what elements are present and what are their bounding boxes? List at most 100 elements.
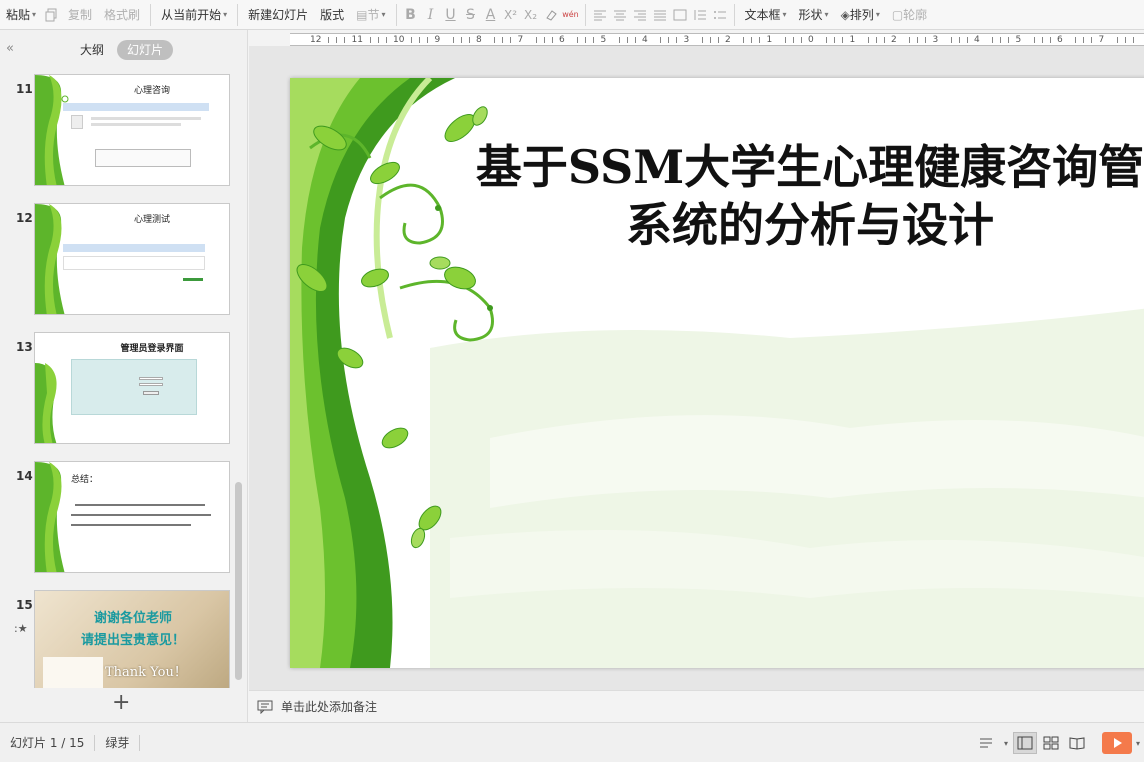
notes-toggle-icon[interactable] (975, 732, 999, 754)
ruler-tick (634, 37, 636, 43)
tab-slides[interactable]: 幻灯片 (117, 40, 174, 60)
thumbnail-scrollbar[interactable] (235, 482, 242, 680)
phonetic-guide-icon[interactable]: wén (561, 0, 581, 29)
play-slideshow-button[interactable] (1101, 732, 1132, 754)
clear-format-icon[interactable] (541, 0, 561, 29)
ruler-tick (1041, 37, 1043, 43)
ruler-tick (917, 37, 918, 43)
new-slide-button[interactable]: 新建幻灯片 (242, 0, 314, 29)
shape-button[interactable]: 形状 ▾ (793, 0, 835, 29)
ruler-tick (826, 37, 827, 43)
section-button[interactable]: ▤ 节 ▾ (350, 0, 391, 29)
ruler-label: 7 (1098, 35, 1105, 45)
format-painter-button[interactable]: 格式刷 (98, 0, 146, 29)
ruler-label: 4 (642, 35, 648, 45)
ribbon-divider (395, 3, 397, 26)
slide-thumbnail-13[interactable]: 管理员登录界面 (34, 332, 230, 444)
ruler-tick (709, 37, 711, 43)
current-slide[interactable]: 基于SSM大学生心理健康咨询管 系统的分析与设计 (290, 78, 1144, 668)
ruler-label: 1 (849, 35, 856, 45)
justify-icon[interactable] (650, 0, 670, 29)
thumbnail-header-bar (63, 103, 209, 111)
copy-icon (42, 0, 62, 29)
add-slide-icon[interactable]: + (112, 692, 130, 714)
reading-view-icon[interactable] (1065, 732, 1089, 754)
slide-title[interactable]: 基于SSM大学生心理健康咨询管 系统的分析与设计 (430, 138, 1144, 254)
ruler-tick (535, 37, 537, 43)
slide-thumbnail-list: 11 心理咨询 12 心理测试 13 管理员登录界面 14 总结： 15 谢谢各… (0, 70, 234, 688)
ruler-tick (1000, 37, 1001, 43)
ruler-tick (800, 37, 802, 43)
paste-button[interactable]: 粘贴 ▾ (0, 0, 42, 29)
slide-number: 11 (16, 82, 33, 96)
font-color-icon[interactable]: A (481, 0, 501, 29)
ruler-tick (958, 37, 960, 43)
slide-thumbnail-14[interactable]: 总结： (34, 461, 230, 573)
ruler-label: 0 (808, 35, 814, 45)
ruler-tick (867, 37, 869, 43)
ribbon-divider (733, 3, 735, 26)
slide-thumbnail-15[interactable]: 谢谢各位老师 请提出宝贵意见！ Thank You！ (34, 590, 230, 688)
strikethrough-icon[interactable]: S (461, 0, 481, 29)
ruler-tick (1091, 37, 1092, 43)
notes-bar[interactable]: 单击此处添加备注 (249, 690, 1144, 722)
subscript-icon[interactable]: X₂ (521, 0, 541, 29)
align-right-icon[interactable] (630, 0, 650, 29)
copy-label: 复制 (68, 8, 93, 22)
ruler-tick (834, 37, 835, 43)
normal-view-icon[interactable] (1012, 732, 1037, 754)
bold-icon[interactable]: B (401, 0, 421, 29)
ruler-tick (336, 37, 337, 43)
ruler-tick (660, 37, 661, 43)
outline-button[interactable]: ▢ 轮廓 (886, 0, 933, 29)
thumbnail-text-line (91, 123, 181, 126)
bullet-list-icon[interactable] (710, 0, 730, 29)
ruler-tick (385, 37, 387, 43)
ruler-tick (1132, 37, 1134, 43)
text-box-button[interactable]: 文本框 ▾ (739, 0, 793, 29)
arrange-button[interactable]: ◈ 排列 ▾ (835, 0, 886, 29)
slide-thumbnail-12[interactable]: 心理测试 (34, 203, 230, 315)
line-spacing-icon[interactable] (690, 0, 710, 29)
thumbnail-input (139, 383, 163, 386)
ruler-label: 10 (393, 35, 405, 45)
chevron-down-icon[interactable]: ▾ (1004, 739, 1008, 748)
align-left-icon[interactable] (590, 0, 610, 29)
format-painter-label: 格式刷 (104, 8, 141, 22)
italic-icon[interactable]: I (421, 0, 441, 29)
copy-button[interactable]: 复制 (62, 0, 98, 29)
theme-name[interactable]: 绿芽 (95, 734, 139, 751)
thumbnail-title: 总结： (71, 475, 99, 485)
layout-label: 版式 (320, 8, 345, 22)
thumbnail-textarea (95, 149, 191, 167)
chevron-down-icon[interactable]: ▾ (1136, 739, 1140, 748)
tab-outline[interactable]: 大纲 (70, 40, 114, 60)
ruler-tick (792, 37, 794, 43)
ruler-tick (543, 37, 545, 43)
ruler-tick (585, 37, 586, 43)
underline-icon[interactable]: U (441, 0, 461, 29)
superscript-icon[interactable]: X² (501, 0, 521, 29)
outline-label: 轮廓 (903, 8, 928, 22)
thumbnail-green-bar (183, 278, 203, 281)
ruler-tick (875, 37, 877, 43)
status-divider (139, 734, 141, 751)
section-icon: ▤ (356, 7, 368, 22)
ruler-label: 3 (932, 35, 939, 45)
slide-sorter-icon[interactable] (1039, 732, 1063, 754)
from-current-button[interactable]: 从当前开始 ▾ (155, 0, 233, 29)
layout-button[interactable]: 版式 (314, 0, 350, 29)
collapse-panel-icon[interactable]: « (6, 41, 14, 56)
ruler-tick (411, 37, 412, 43)
distribute-icon[interactable] (670, 0, 690, 29)
slide-thumbnail-11[interactable]: 心理咨询 (34, 74, 230, 186)
align-center-icon[interactable] (610, 0, 630, 29)
slide-title-line2: 系统的分析与设计 (626, 198, 994, 252)
ruler-label: 8 (476, 35, 482, 45)
thumbnail-avatar (71, 115, 83, 129)
ruler-tick (577, 37, 578, 43)
thumbnail-header-bar (63, 244, 205, 252)
outline-square-icon: ▢ (891, 7, 904, 22)
ruler-tick (328, 37, 329, 43)
ruler-tick (1083, 37, 1084, 43)
